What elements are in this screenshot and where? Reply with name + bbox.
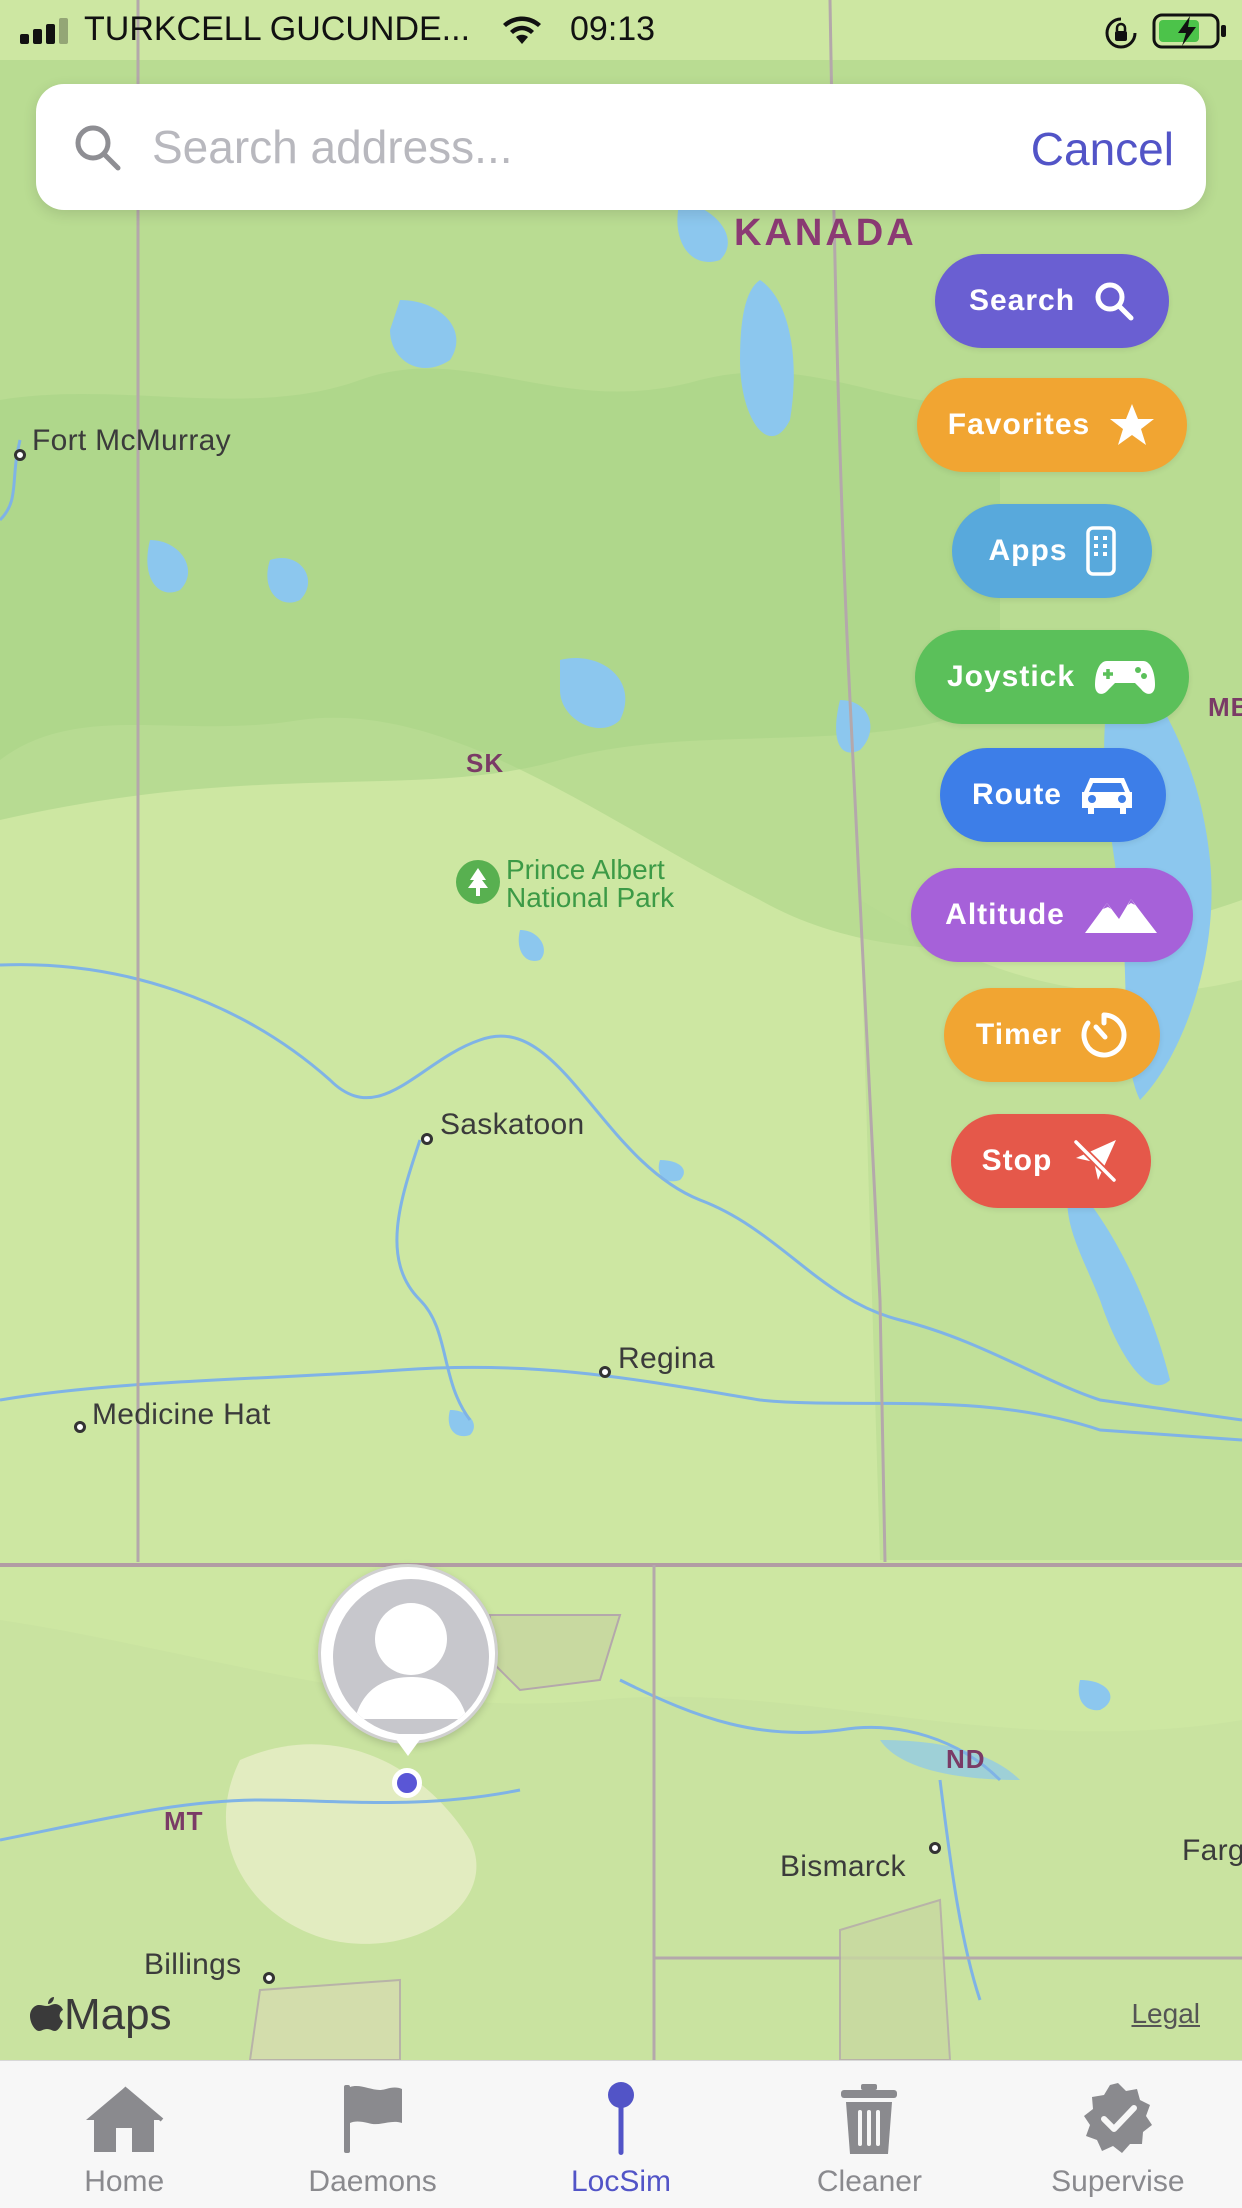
joystick-button-label: Joystick [946,660,1076,693]
tab-cleaner[interactable]: Cleaner [745,2061,993,2208]
star-icon [1110,404,1155,445]
carrier-label: TURKCELL GUCUNDE... [84,10,471,48]
search-icon [1095,282,1134,321]
region-label-sk: SK [466,748,505,778]
legal-link[interactable]: Legal [1131,1998,1200,2030]
clock: 09:13 [570,10,656,48]
flag-icon [343,2085,402,2153]
map-pin-icon [608,2082,635,2155]
region-label-nd: ND [946,1744,986,1774]
timer-button[interactable]: Timer [944,988,1160,1082]
country-label: KANADA [734,212,917,254]
car-icon [1082,778,1132,814]
tab-home[interactable]: Home [0,2061,248,2208]
region-label-mb: MB [1208,692,1242,722]
route-button-label: Route [972,778,1062,811]
route-button[interactable]: Route [940,748,1166,842]
city-marker [74,1421,86,1433]
tab-supervise[interactable]: Supervise [994,2061,1242,2208]
apple-maps-logo: Maps [30,1990,172,2040]
trash-icon [841,2084,898,2154]
tab-label: Home [84,2165,165,2198]
apps-button-label: Apps [988,534,1068,567]
person-icon [355,1603,467,1719]
apps-button[interactable]: Apps [952,504,1152,598]
tab-label: Supervise [1051,2165,1185,2198]
maps-logo-text: Maps [64,1990,172,2039]
search-button-label: Search [968,284,1076,317]
battery-charging-icon [1152,13,1226,49]
wifi-icon [503,16,541,44]
tab-bar: Home Daemons LocSim Cleaner Supervise [0,2060,1242,2208]
mountain-icon [1084,899,1157,933]
gamepad-icon [1095,661,1156,694]
tab-label: Cleaner [816,2165,922,2198]
avatar [333,1579,489,1735]
joystick-button[interactable]: Joystick [915,630,1189,724]
city-marker [599,1366,611,1378]
city-label-medicine-hat[interactable]: Medicine Hat [92,1398,271,1432]
favorites-button-label: Favorites [947,408,1091,441]
park-label-line1: Prince Albert [506,854,665,885]
phone-icon [1085,526,1116,576]
favorites-button[interactable]: Favorites [917,378,1187,472]
city-label-saskatoon[interactable]: Saskatoon [440,1108,584,1142]
city-label-billings[interactable]: Billings [144,1948,241,1982]
city-marker [263,1972,275,1984]
tab-label: Daemons [308,2165,437,2198]
apple-icon [30,1997,63,2031]
city-label-bismarck[interactable]: Bismarck [780,1850,906,1884]
city-label-regina[interactable]: Regina [618,1342,715,1376]
status-bar: TURKCELL GUCUNDE... 09:13 [0,0,1242,60]
avatar-bubble[interactable] [318,1564,498,1744]
city-label-fort-mcmurray[interactable]: Fort McMurray [32,424,231,458]
tab-label: LocSim [570,2165,672,2198]
timer-icon [1081,1012,1127,1058]
city-marker [14,449,26,461]
timer-button-label: Timer [975,1018,1063,1051]
tab-daemons[interactable]: Daemons [248,2061,496,2208]
search-input[interactable] [152,114,1012,180]
user-location-pin[interactable] [318,1564,498,1798]
tree-icon[interactable] [456,860,500,904]
search-bar[interactable]: Cancel [36,84,1206,210]
signal-icon [20,18,68,44]
tab-locsim[interactable]: LocSim [497,2061,745,2208]
park-label-line2: National Park [506,882,675,913]
pin-tail [392,1734,424,1756]
location-slash-icon [1073,1139,1117,1183]
cancel-button[interactable]: Cancel [1031,122,1174,176]
city-marker [421,1133,433,1145]
location-dot [392,1768,422,1798]
stop-button-label: Stop [981,1144,1053,1177]
stop-button[interactable]: Stop [951,1114,1151,1208]
house-icon [86,2086,164,2152]
city-label-fargo[interactable]: Farg [1182,1834,1242,1868]
rotation-lock-icon [1105,17,1137,49]
search-button[interactable]: Search [935,254,1169,348]
region-label-mt: MT [164,1806,204,1836]
city-marker [929,1842,941,1854]
altitude-button[interactable]: Altitude [911,868,1193,962]
checkmark-seal-icon [1083,2083,1152,2153]
altitude-button-label: Altitude [945,898,1065,931]
park-label[interactable]: Prince Albert National Park [506,856,674,912]
search-icon [75,125,121,171]
